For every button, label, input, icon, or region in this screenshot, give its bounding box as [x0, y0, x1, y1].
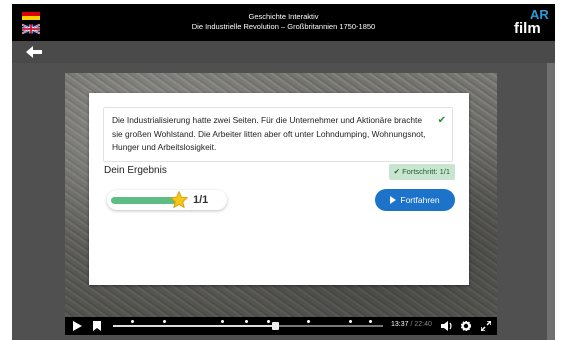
scrollbar[interactable]: [547, 63, 555, 340]
navigation-bar: [12, 41, 555, 63]
score-progress-fill: [111, 197, 177, 204]
filmar-logo: AR film: [514, 7, 549, 37]
app-title: Geschichte Interaktiv: [248, 12, 319, 21]
bookmark-icon[interactable]: [93, 321, 101, 331]
timeline-handle[interactable]: [272, 322, 279, 330]
chapter-marker[interactable]: [369, 320, 372, 323]
header-titles: Geschichte Interaktiv Die Industrielle R…: [112, 12, 455, 32]
language-switcher[interactable]: [21, 8, 42, 38]
feedback-box: Die Industrialisierung hatte zwei Seiten…: [103, 107, 453, 162]
chapter-marker[interactable]: [349, 320, 352, 323]
check-icon: ✔: [393, 167, 400, 176]
star-icon: [169, 190, 189, 209]
logo-text: film: [514, 20, 541, 37]
continue-button[interactable]: Fortfahren: [375, 189, 455, 211]
chapter-marker[interactable]: [221, 320, 224, 323]
check-icon: ✔: [437, 115, 446, 126]
play-icon[interactable]: [73, 321, 82, 331]
timeline-played: [113, 325, 275, 327]
time-separator: /: [410, 321, 413, 328]
time-display: 13:37 / 22:40: [391, 321, 432, 328]
score-text: 1/1: [193, 194, 209, 206]
gear-icon[interactable]: [461, 321, 471, 331]
uk-flag-icon[interactable]: [21, 23, 41, 35]
chapter-marker[interactable]: [307, 320, 310, 323]
volume-icon[interactable]: [441, 321, 453, 331]
progress-badge: ✔ Fortschritt: 1/1: [388, 164, 455, 180]
chapter-marker[interactable]: [131, 320, 134, 323]
fullscreen-icon[interactable]: [481, 321, 491, 331]
result-dialog: Die Industrialisierung hatte zwei Seiten…: [89, 93, 469, 285]
play-icon: [390, 195, 397, 204]
timeline-slider[interactable]: [113, 320, 383, 330]
chapter-marker[interactable]: [267, 320, 270, 323]
progress-badge-text: Fortschritt: 1/1: [402, 167, 450, 176]
back-arrow-icon[interactable]: [24, 44, 44, 60]
feedback-text: Die Industrialisierung hatte zwei Seiten…: [112, 115, 426, 152]
continue-label: Fortfahren: [400, 195, 440, 205]
chapter-marker[interactable]: [245, 320, 248, 323]
german-flag-icon[interactable]: [22, 8, 40, 20]
result-label: Dein Ergebnis: [104, 165, 167, 176]
chapter-title: Die Industrielle Revolution – Großbritan…: [191, 22, 376, 31]
duration: 22:40: [414, 321, 432, 328]
app-header: Geschichte Interaktiv Die Industrielle R…: [12, 4, 555, 41]
current-time: 13:37: [391, 321, 409, 328]
player-controls: 13:37 / 22:40: [65, 317, 497, 335]
score-bar: 1/1: [107, 190, 227, 210]
chapter-marker[interactable]: [163, 320, 166, 323]
